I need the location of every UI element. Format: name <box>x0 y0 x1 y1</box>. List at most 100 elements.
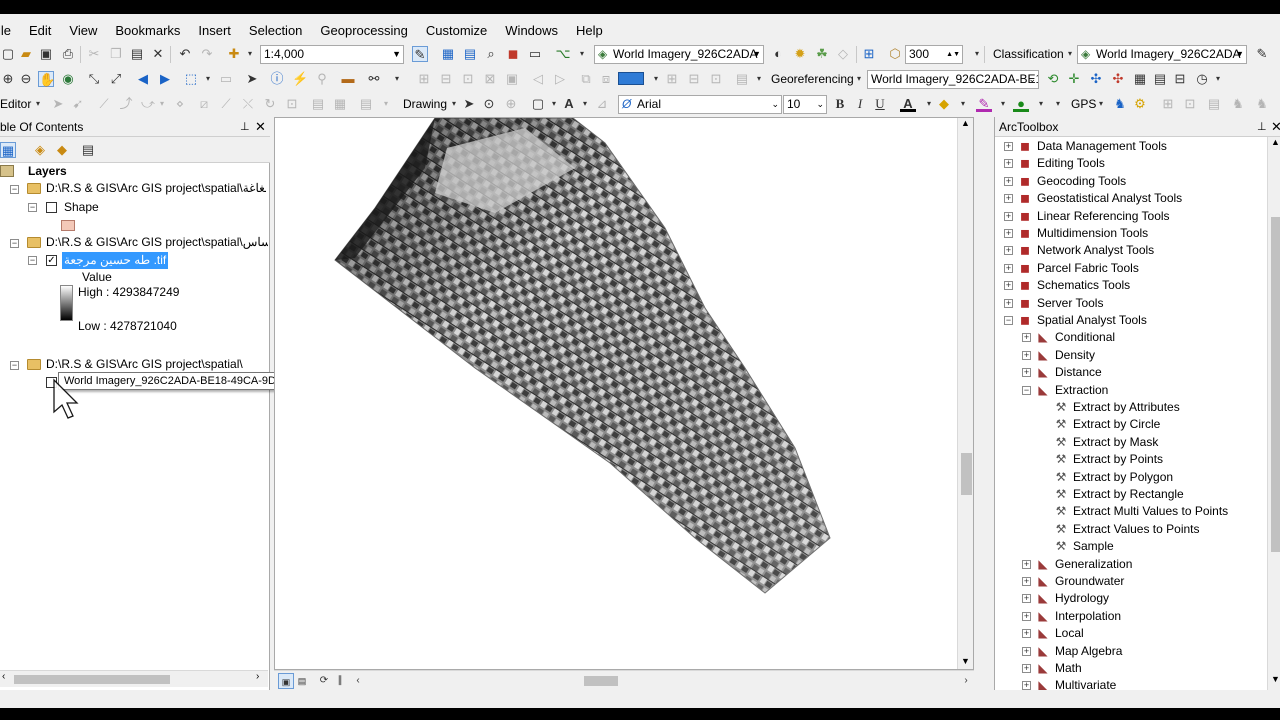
tool-extract-by-points[interactable]: ⚒ Extract by Points <box>995 451 1267 468</box>
layout-toggle-icon[interactable]: ⊡ <box>708 71 724 87</box>
collapse-icon[interactable]: − <box>10 361 19 370</box>
select-features-icon[interactable]: ⬚ <box>183 71 199 87</box>
auto-registration-icon[interactable]: ▤ <box>1152 71 1168 87</box>
select-dropdown-icon[interactable]: ▾ <box>200 71 216 87</box>
collapse-icon[interactable]: − <box>28 256 37 265</box>
zoom-layer-icon[interactable]: ⊞ <box>861 46 877 62</box>
toolset-multivariate[interactable]: + ◣ Multivariate <box>995 677 1267 690</box>
collapse-icon[interactable]: − <box>1004 316 1013 325</box>
toolbox-server-tools[interactable]: + ◼ Server Tools <box>995 295 1267 312</box>
editor-dropdown-icon[interactable]: ▾ <box>30 96 46 112</box>
drawing-dropdown-icon[interactable]: ▾ <box>446 96 462 112</box>
contrast-icon[interactable]: ◐ <box>770 46 786 62</box>
delete-icon[interactable]: ✕ <box>150 46 166 62</box>
end-point-arc-icon[interactable]: ⤴ <box>118 96 134 112</box>
fixed-zoom-in-icon[interactable]: ⤡ <box>86 71 102 87</box>
toolbar-options-icon-4[interactable]: ▾ <box>751 71 767 87</box>
font-color-icon[interactable]: A <box>900 96 916 112</box>
pin-icon[interactable]: ⊥ <box>1257 117 1267 137</box>
expand-icon[interactable]: + <box>1004 246 1013 256</box>
underline-button[interactable]: U <box>872 96 888 112</box>
add-data-dropdown-icon[interactable]: ▾ <box>242 46 258 62</box>
shape-symbol-swatch[interactable] <box>61 220 75 231</box>
collapse-icon[interactable]: − <box>10 185 19 194</box>
arctoolbox-vertical-scrollbar[interactable]: ▲ ▼ <box>1267 137 1280 690</box>
layout-view-icon[interactable]: ▤ <box>294 673 310 689</box>
zoom-value-spinner[interactable]: 300 ▲▼ <box>905 45 963 64</box>
toolset-groundwater[interactable]: + ◣ Groundwater <box>995 573 1267 590</box>
clear-selection-icon[interactable]: ▭ <box>218 71 234 87</box>
flicker-icon[interactable]: ◇ <box>835 46 851 62</box>
tool-extract-by-circle[interactable]: ⚒ Extract by Circle <box>995 416 1267 433</box>
map-view[interactable]: ▲ ▼ <box>274 117 974 670</box>
rotate-edit-icon[interactable]: ↻ <box>262 96 278 112</box>
go-forward-icon[interactable]: ▶ <box>157 71 173 87</box>
layout-forward-icon[interactable]: ▷ <box>552 71 568 87</box>
shape-layer-label[interactable]: Shape <box>64 199 99 216</box>
expand-icon[interactable]: + <box>1004 281 1013 291</box>
toolset-generalization[interactable]: + ◣ Generalization <box>995 556 1267 573</box>
layout-pan-icon[interactable]: ⊡ <box>460 71 476 87</box>
html-popup-icon[interactable]: ⚲ <box>314 71 330 87</box>
toolbox-geostatistical-analyst-tools[interactable]: + ◼ Geostatistical Analyst Tools <box>995 190 1267 207</box>
gps-connect-icon[interactable]: ♞ <box>1112 96 1128 112</box>
training-sample-icon[interactable]: ✎ <box>1254 46 1270 62</box>
toolbar-options-icon-7[interactable]: ▾ <box>1050 96 1066 112</box>
refresh-icon[interactable]: ⟳ <box>316 673 332 689</box>
measure-icon[interactable]: ▬ <box>340 71 356 87</box>
expand-icon[interactable]: + <box>1022 629 1031 639</box>
toolbox-network-analyst-tools[interactable]: + ◼ Network Analyst Tools <box>995 242 1267 259</box>
drawing-menu[interactable]: Drawing <box>403 96 447 112</box>
menu-file[interactable]: ile <box>0 23 20 38</box>
toolset-hydrology[interactable]: + ◣ Hydrology <box>995 590 1267 607</box>
brightness-icon[interactable]: ✹ <box>792 46 808 62</box>
scroll-down-icon[interactable]: ▼ <box>961 656 970 666</box>
scroll-left-icon[interactable]: ‹ <box>350 673 366 689</box>
gps-show-icon[interactable]: ⊞ <box>1160 96 1176 112</box>
expand-icon[interactable]: + <box>1004 194 1013 204</box>
undo-icon[interactable]: ↶ <box>177 46 193 62</box>
scroll-up-icon[interactable]: ▲ <box>961 118 970 128</box>
sketch-properties-icon[interactable]: ▤ <box>310 96 326 112</box>
toolset-map-algebra[interactable]: + ◣ Map Algebra <box>995 643 1267 660</box>
expand-icon[interactable]: + <box>1004 142 1013 151</box>
map-scale-combo[interactable]: 1:4,000 ▼ <box>260 45 404 64</box>
tool-extract-by-rectangle[interactable]: ⚒ Extract by Rectangle <box>995 486 1267 503</box>
attributes-icon[interactable]: ⊡ <box>284 96 300 112</box>
cut-icon[interactable]: ✂ <box>86 46 102 62</box>
layout-change-icon[interactable]: ⊟ <box>686 71 702 87</box>
toolbar-options-icon-5[interactable]: ▾ <box>1210 71 1226 87</box>
editor-toolbar-icon[interactable]: ✎ <box>412 46 428 62</box>
toolset-interpolation[interactable]: + ◣ Interpolation <box>995 608 1267 625</box>
text-tool-icon[interactable]: A <box>561 96 577 112</box>
view-link-table-icon[interactable]: ▦ <box>1132 71 1148 87</box>
gps-log-icon[interactable]: ▤ <box>1206 96 1222 112</box>
toolbox-linear-referencing-tools[interactable]: + ◼ Linear Referencing Tools <box>995 208 1267 225</box>
zoom-selected-icon[interactable]: ⊕ <box>503 96 519 112</box>
collapse-icon[interactable]: − <box>28 203 37 212</box>
gps-rewind-icon[interactable]: ♞ <box>1254 96 1270 112</box>
scroll-up-icon[interactable]: ▲ <box>1271 137 1280 147</box>
group3-path[interactable]: D:\R.S & GIS\Arc GIS project\spatial\ <box>46 356 243 373</box>
raster-image[interactable] <box>275 118 974 670</box>
italic-button[interactable]: I <box>852 96 868 112</box>
toc-window-icon[interactable]: ▦ <box>440 46 456 62</box>
redo-icon[interactable]: ↷ <box>199 46 215 62</box>
gps-pan-icon[interactable]: ⊡ <box>1182 96 1198 112</box>
tool-extract-by-mask[interactable]: ⚒ Extract by Mask <box>995 434 1267 451</box>
toolbar-options-icon-2[interactable]: ▾ <box>969 46 985 62</box>
layout-zoom-percent-icon[interactable]: ⧈ <box>598 71 614 87</box>
straight-segment-icon[interactable]: ⟋ <box>96 96 112 112</box>
toolbox-geocoding-tools[interactable]: + ◼ Geocoding Tools <box>995 173 1267 190</box>
shift-icon[interactable]: ✣ <box>1088 71 1104 87</box>
map-vertical-scrollbar[interactable]: ▲ ▼ <box>957 118 973 669</box>
menu-edit[interactable]: Edit <box>20 23 60 38</box>
model-builder-icon[interactable]: ⌥ <box>555 46 571 62</box>
scrollbar-thumb[interactable] <box>961 453 972 495</box>
arctoolbox-icon[interactable]: ◼ <box>505 46 521 62</box>
layout-draft-icon[interactable]: ▤ <box>734 71 750 87</box>
toolset-density[interactable]: + ◣ Density <box>995 347 1267 364</box>
scrollbar-thumb[interactable] <box>1271 217 1280 552</box>
expand-icon[interactable]: + <box>1022 664 1031 673</box>
fill-color-icon[interactable]: ◆ <box>936 96 952 112</box>
